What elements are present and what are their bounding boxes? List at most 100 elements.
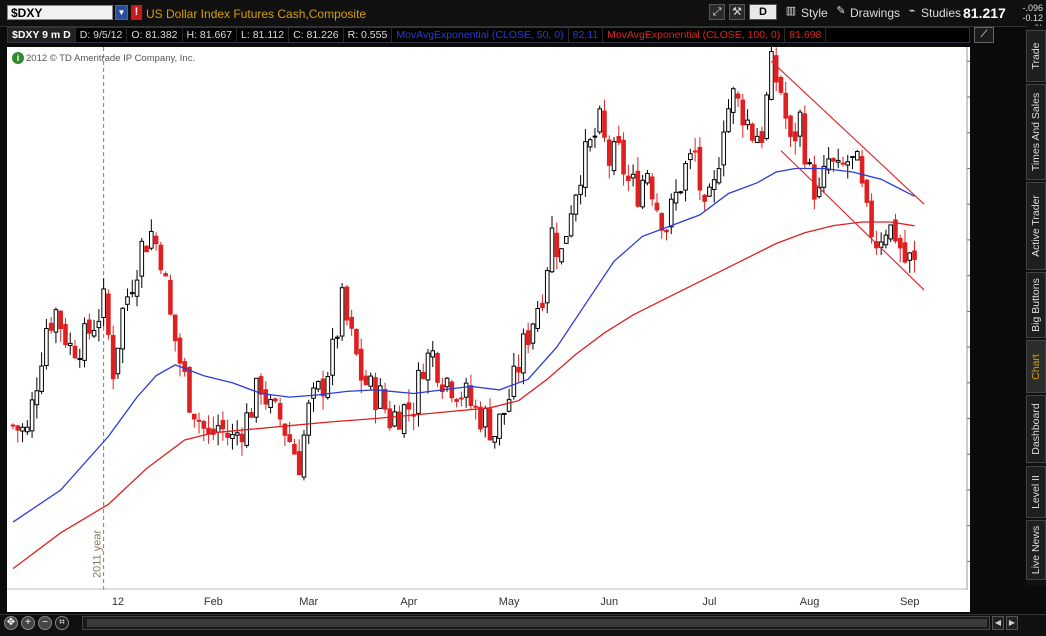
- candle-body: [764, 94, 769, 139]
- symbol-period[interactable]: $DXY 9 m D: [8, 28, 76, 42]
- zoom-out-icon[interactable]: −: [38, 616, 52, 630]
- crosshair-icon[interactable]: ⤢: [709, 4, 725, 20]
- candle-body: [239, 433, 245, 443]
- candle-body: [191, 413, 197, 420]
- drag-icon[interactable]: ✥: [4, 616, 18, 630]
- candle-body: [230, 434, 235, 439]
- sidetab-label: Big Buttons: [1030, 278, 1042, 332]
- candle-body: [277, 403, 283, 420]
- x-tick-label: Mar: [299, 596, 319, 608]
- candle-body: [149, 230, 154, 249]
- candle-body: [39, 365, 44, 392]
- sidetab-label: Chart: [1030, 353, 1042, 380]
- sidetab-trade[interactable]: Trade: [1026, 30, 1046, 82]
- candle-body: [478, 406, 483, 430]
- candle-body: [707, 186, 712, 197]
- drawings-button[interactable]: Drawings: [850, 4, 900, 22]
- sidetab-level-ii[interactable]: Level II: [1026, 466, 1046, 518]
- ema50-value: 82.11: [569, 28, 604, 42]
- sidetab-big-buttons[interactable]: Big Buttons: [1026, 272, 1046, 338]
- symbol-dropdown-icon[interactable]: ▼: [115, 5, 128, 20]
- zoom-in-icon[interactable]: +: [21, 616, 35, 630]
- candle-body: [220, 420, 226, 430]
- candle-body: [845, 161, 851, 166]
- x-tick-label: Sep: [899, 596, 920, 608]
- candle-body: [568, 213, 574, 237]
- ema50-label[interactable]: MovAvgExponential (CLOSE, 50, 0): [392, 28, 569, 42]
- wrench-icon[interactable]: ⚒: [729, 4, 745, 20]
- scroll-right-icon[interactable]: ▶: [1006, 616, 1018, 630]
- drawing-mode-button[interactable]: D: [749, 4, 777, 20]
- candle-body: [730, 88, 736, 113]
- candle-body: [664, 229, 669, 233]
- ema50-line: [12, 167, 915, 523]
- sidetab-label: Dashboard: [1030, 403, 1042, 455]
- scrollbar-thumb[interactable]: [87, 619, 987, 627]
- candle-body: [454, 399, 459, 402]
- sidetab-label: Level II: [1030, 475, 1042, 509]
- info-icon[interactable]: i: [12, 52, 24, 64]
- candle-body: [630, 173, 636, 179]
- candle-body: [497, 413, 502, 439]
- candle-body: [335, 336, 340, 339]
- candle-body: [773, 55, 779, 83]
- sidetab-live-news[interactable]: Live News: [1026, 520, 1046, 580]
- symbol-description: US Dollar Index Futures Cash,Composite: [146, 7, 367, 21]
- candle-body: [907, 252, 913, 261]
- candle-body: [144, 245, 149, 253]
- bar-open: O: 81.382: [127, 28, 183, 42]
- candle-body: [320, 378, 326, 397]
- candle-body: [163, 273, 168, 277]
- candle-body: [196, 419, 202, 422]
- x-tick-label: Apr: [400, 596, 418, 608]
- candle-body: [301, 434, 307, 478]
- candle-body: [397, 411, 402, 430]
- candle-body: [902, 242, 908, 263]
- candle-body: [377, 385, 383, 409]
- candle-body: [125, 296, 130, 305]
- chart-settings-icon[interactable]: ⟋: [974, 27, 994, 43]
- candle-body: [888, 224, 893, 240]
- alert-icon[interactable]: !: [131, 5, 142, 20]
- scroll-left-icon[interactable]: ◀: [992, 616, 1004, 630]
- x-tick-label: Feb: [203, 596, 223, 608]
- candle-body: [29, 399, 35, 432]
- candle-body: [215, 425, 221, 433]
- candle-body: [306, 402, 312, 436]
- ema100-label[interactable]: MovAvgExponential (CLOSE, 100, 0): [603, 28, 786, 42]
- candle-body: [382, 389, 388, 410]
- studies-button[interactable]: Studies: [921, 4, 961, 22]
- horizontal-scrollbar[interactable]: [82, 616, 990, 630]
- candle-body: [616, 135, 622, 143]
- study-legend-bar: $DXY 9 m D D: 9/5/12 O: 81.382 H: 81.667 L: …: [7, 27, 970, 43]
- candle-body: [435, 353, 440, 383]
- candle-body: [587, 139, 593, 148]
- candle-body: [788, 115, 793, 137]
- symbol-input[interactable]: $DXY: [7, 5, 113, 20]
- sidetab-times-and-sales[interactable]: Times And Sales: [1026, 84, 1046, 180]
- candle-body: [721, 131, 727, 166]
- candle-body: [807, 162, 812, 165]
- style-button[interactable]: Style: [801, 4, 828, 22]
- candle-body: [492, 435, 498, 443]
- candle-body: [120, 307, 126, 350]
- candle-body: [668, 198, 674, 228]
- candle-body: [778, 77, 784, 93]
- candle-body: [459, 397, 464, 400]
- sidetab-active-trader[interactable]: Active Trader: [1026, 182, 1046, 270]
- sidetab-dashboard[interactable]: Dashboard: [1026, 395, 1046, 463]
- candle-body: [10, 424, 16, 427]
- chart-area[interactable]: 2011 year7777.57878.57979.58080.58181.58…: [7, 47, 970, 590]
- candle-body: [573, 194, 579, 215]
- candle-body: [354, 329, 359, 355]
- candle-body: [101, 288, 106, 318]
- sidetab-chart[interactable]: Chart: [1026, 340, 1046, 393]
- candle-body: [726, 108, 731, 133]
- candle-body: [292, 443, 297, 455]
- candle-body: [754, 135, 760, 144]
- zoom-box-icon[interactable]: ⌗: [55, 616, 69, 630]
- candle-body: [363, 375, 369, 386]
- studies-icon: ⌁: [908, 5, 916, 17]
- ema100-line: [12, 221, 915, 570]
- candle-body: [287, 434, 292, 443]
